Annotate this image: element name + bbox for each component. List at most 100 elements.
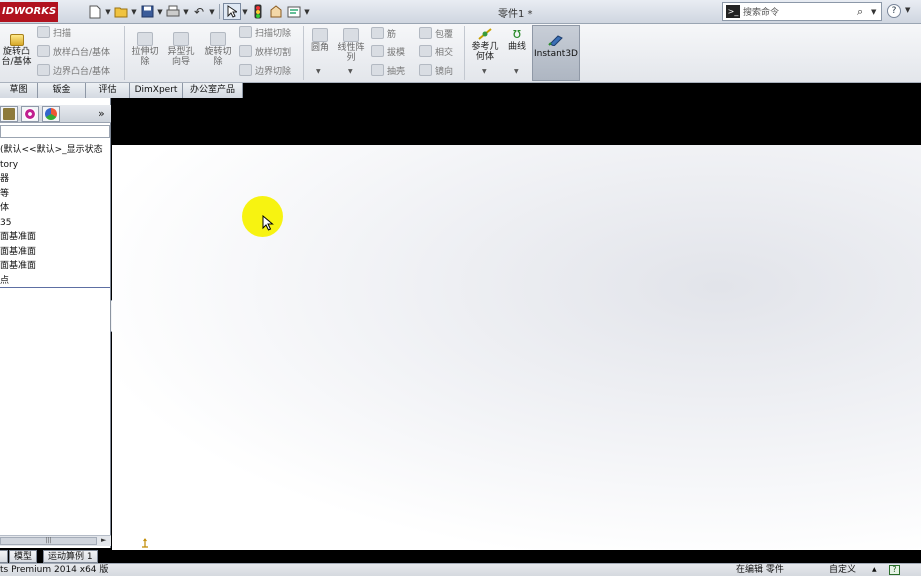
command-manager-tabs: 草图 钣金 评估 DimXpert 办公室产品 [0,83,243,98]
search-icon[interactable]: ⌕ [857,5,871,19]
loft-boss-button[interactable]: 放样凸台/基体 [37,43,110,59]
mirror-button[interactable]: 镜向 [419,62,453,78]
ribbon-separator [303,26,304,80]
search-input[interactable]: 搜索命令 [743,5,857,18]
help-dropdown-arrow[interactable]: ▼ [905,6,910,14]
property-manager-tab-icon[interactable] [0,106,18,122]
rollback-bar[interactable] [0,287,110,288]
quick-access-toolbar: ▼ ▼ ▼ ▼ ↶ ▼ ▼ ▼ [86,3,311,20]
draft-button[interactable]: 拔模 [371,43,405,59]
tab-dimxpert[interactable]: DimXpert [130,83,183,98]
tree-item-sensors[interactable]: 器 [0,172,111,187]
open-folder-icon[interactable] [112,3,130,20]
sweep-boss-button[interactable]: 扫描 [37,24,71,40]
undo-dropdown-arrow[interactable]: ▼ [208,3,216,20]
print-dropdown-arrow[interactable]: ▼ [182,3,190,20]
feature-manager-panel: » (默认<<默认>_显示状态 tory 器 等 体 35 面基准面 面基准面 … [0,98,111,548]
extrude-cut-button[interactable]: 拉伸切 除 [128,32,162,67]
units-dropdown-arrow[interactable]: ▲ [872,564,877,576]
select-cursor-icon[interactable] [223,3,241,20]
graphics-viewport[interactable] [112,145,921,550]
open-dropdown-arrow[interactable]: ▼ [130,3,138,20]
undo-icon[interactable]: ↶ [190,3,208,20]
reference-geometry-button[interactable]: 参考几 何体 [467,27,503,62]
fillet-dropdown-arrow[interactable]: ▼ [316,68,321,75]
hole-wizard-button[interactable]: 异型孔 向导 [164,32,198,67]
tree-item-right-plane[interactable]: 面基准面 [0,259,111,274]
tree-item-history[interactable]: tory [0,158,111,173]
status-help-icon[interactable]: ? [889,565,900,575]
print-icon[interactable] [164,3,182,20]
tree-item-origin[interactable]: 点 [0,274,111,289]
help-icon[interactable]: ? [887,4,901,18]
revolve-cut-icon [210,32,226,46]
mirror-icon [419,64,432,76]
extrude-cut-icon [137,32,153,46]
pattern-dropdown-arrow[interactable]: ▼ [348,68,353,75]
curves-button[interactable]: ʊ 曲线 [505,27,529,52]
intersect-button[interactable]: 相交 [419,43,453,59]
tab-evaluate[interactable]: 评估 [86,83,130,98]
tree-filter-input[interactable] [0,125,110,138]
tab-sheet-metal[interactable]: 钣金 [38,83,86,98]
revolve-boss-icon [9,34,24,46]
configuration-manager-tab-icon[interactable] [21,106,39,122]
select-dropdown-arrow[interactable]: ▼ [241,3,249,20]
save-icon[interactable] [138,3,156,20]
reference-geometry-icon [477,27,493,41]
wrap-button[interactable]: 包覆 [419,25,453,41]
rebuild-traffic-light-icon[interactable] [249,3,267,20]
panel-tabs: » [0,105,111,123]
loft-icon [37,45,50,57]
rib-button[interactable]: 筋 [371,25,396,41]
tree-item-part[interactable]: (默认<<默认>_显示状态 [0,143,111,158]
tab-model[interactable]: 模型 [9,550,38,563]
tabs-filler-bar [243,83,921,98]
more-tabs-icon[interactable]: » [98,107,105,120]
tree-item-front-plane[interactable]: 面基准面 [0,230,111,245]
lofted-cut-button[interactable]: 放样切割 [239,43,291,59]
tab-sketch[interactable]: 草图 [0,83,38,98]
tab-prev-icon[interactable] [0,550,8,563]
ref-geometry-dropdown-arrow[interactable]: ▼ [482,68,487,75]
options-dropdown-arrow[interactable]: ▼ [303,3,311,20]
status-units[interactable]: 自定义 [829,564,856,576]
wrap-icon [419,27,432,39]
save-dropdown-arrow[interactable]: ▼ [156,3,164,20]
revolve-cut-button[interactable]: 旋转切 除 [201,32,235,67]
file-properties-icon[interactable] [267,3,285,20]
intersect-icon [419,45,432,57]
new-dropdown-arrow[interactable]: ▼ [104,3,112,20]
swept-cut-icon [239,26,252,38]
curves-dropdown-arrow[interactable]: ▼ [514,68,519,75]
curves-icon: ʊ [512,26,522,42]
tree-item-annotations[interactable]: 等 [0,187,111,202]
instant3d-button[interactable]: Instant3D [532,25,580,81]
boundary-boss-button[interactable]: 边界凸台/基体 [37,62,110,78]
shell-button[interactable]: 抽壳 [371,62,405,78]
swept-cut-button[interactable]: 扫描切除 [239,24,291,40]
new-document-icon[interactable] [86,3,104,20]
command-prompt-icon: >_ [726,5,740,18]
fillet-button[interactable]: 圆角 [307,28,333,53]
linear-pattern-button[interactable]: 线性阵 列 [334,28,368,63]
display-manager-tab-icon[interactable] [42,106,60,122]
tree-item-top-plane[interactable]: 面基准面 [0,245,111,260]
tab-office-products[interactable]: 办公室产品 [183,83,243,98]
linear-pattern-icon [343,28,359,42]
tab-motion-study-1[interactable]: 运动算例 1 [43,550,98,563]
solidworks-logo[interactable]: IDWORKS [0,2,58,22]
panel-horizontal-scrollbar[interactable]: ||| ► [0,535,111,546]
boundary-boss-icon [37,64,50,76]
bottom-tabs-bar: 模型 运动算例 1 [0,550,921,563]
boundary-cut-button[interactable]: 边界切除 [239,62,291,78]
tree-item-solid-bodies[interactable]: 体 [0,201,111,216]
scrollbar-thumb[interactable]: ||| [0,537,97,545]
scroll-right-arrow[interactable]: ► [101,536,106,544]
options-icon[interactable] [285,3,303,20]
search-dropdown-arrow[interactable]: ▼ [871,8,881,16]
revolve-boss-button[interactable]: 旋转凸 台/基体 [0,34,33,67]
tree-item-material[interactable]: 35 [0,216,111,231]
search-commands-box[interactable]: >_ 搜索命令 ⌕ ▼ [722,2,882,21]
fillet-icon [312,28,328,42]
